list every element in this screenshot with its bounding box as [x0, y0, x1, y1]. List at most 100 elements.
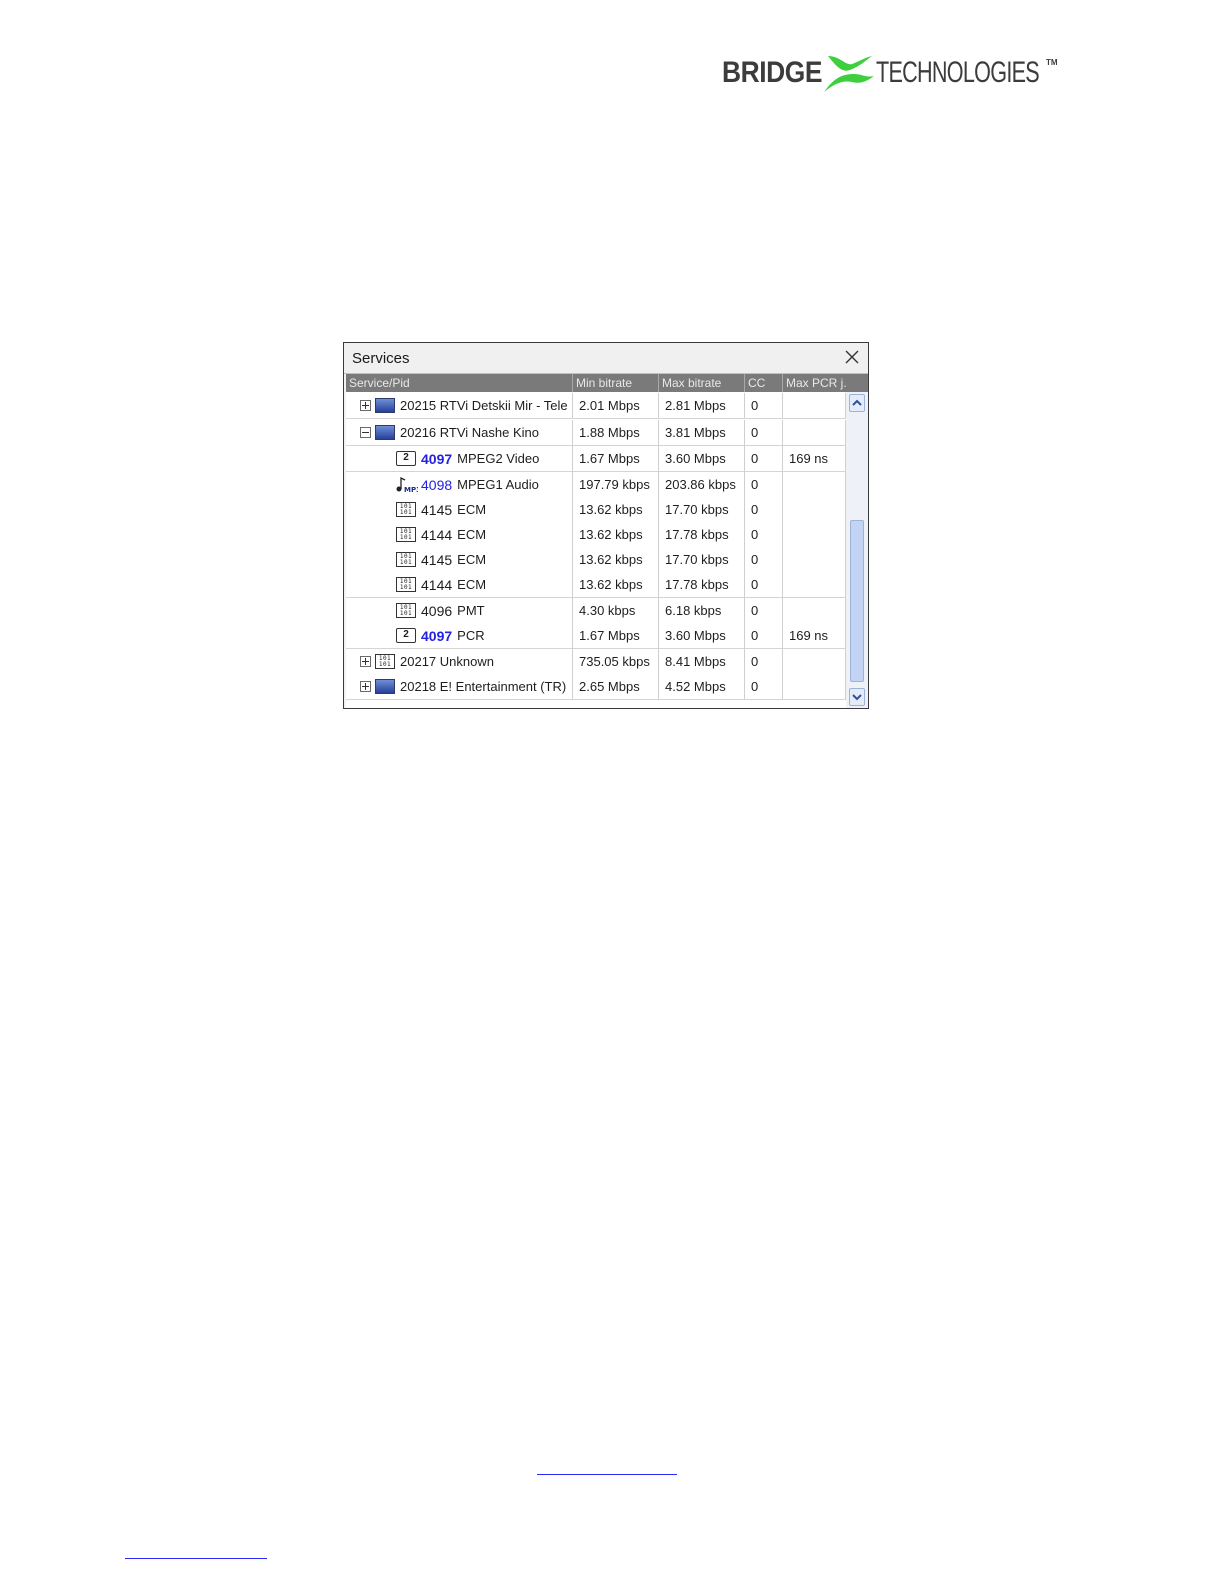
data-icon: 101 101	[396, 577, 416, 592]
table-row[interactable]: 20215 RTVi Detskii Mir - Tele 2.01 Mbps 2.…	[346, 393, 846, 419]
cell-max-pcr	[783, 674, 846, 699]
cell-cc: 0	[745, 547, 783, 572]
footer-link-underline[interactable]	[537, 1474, 677, 1475]
cell-cc: 0	[745, 522, 783, 547]
column-header-service-pid[interactable]: Service/Pid	[346, 374, 573, 392]
cell-service-pid: 2 4097 PCR	[346, 623, 573, 648]
cell-max-pcr: 169 ns	[783, 446, 846, 471]
pid-type-label: ECM	[457, 552, 487, 567]
svg-text:MP3: MP3	[404, 486, 418, 493]
cell-cc: 0	[745, 472, 783, 497]
vertical-scrollbar[interactable]	[847, 392, 867, 708]
cell-service-pid: 20216 RTVi Nashe Kino	[346, 420, 573, 445]
column-header-max-pcr[interactable]: Max PCR j.	[783, 374, 868, 392]
pid-type-label: PCR	[457, 628, 485, 643]
logo-mark-icon	[824, 56, 874, 92]
cell-cc: 0	[745, 420, 783, 445]
cell-max-bitrate: 3.60 Mbps	[659, 446, 745, 471]
cell-cc: 0	[745, 623, 783, 648]
service-name-label: 20216 RTVi Nashe Kino	[400, 425, 540, 440]
scroll-down-button[interactable]	[849, 688, 865, 706]
cell-max-pcr	[783, 649, 846, 674]
window-title: Services	[352, 350, 410, 367]
column-header-max-bitrate[interactable]: Max bitrate	[659, 374, 745, 392]
expand-toggle-icon[interactable]	[360, 681, 371, 692]
data-icon: 101 101	[375, 654, 395, 669]
cell-min-bitrate: 13.62 kbps	[573, 522, 659, 547]
cell-min-bitrate: 2.65 Mbps	[573, 674, 659, 699]
data-icon: 101 101	[396, 603, 416, 618]
cell-max-pcr	[783, 547, 846, 572]
data-icon: 101 101	[396, 502, 416, 517]
service-name-label: 20218 E! Entertainment (TR)	[400, 679, 567, 694]
table-row[interactable]: 101 101 4144 ECM 13.62 kbps 17.78 kbps 0	[346, 522, 846, 548]
mp3-icon: MP3	[396, 476, 418, 493]
pid-type-label: ECM	[457, 577, 487, 592]
cell-service-pid: 101 101 4145 ECM	[346, 497, 573, 522]
table-row[interactable]: MP34098 MPEG1 Audio 197.79 kbps203.86 kbps…	[346, 472, 846, 498]
cell-min-bitrate: 13.62 kbps	[573, 547, 659, 572]
cell-min-bitrate: 735.05 kbps	[573, 649, 659, 674]
table-row[interactable]: 2 4097 MPEG2 Video 1.67 Mbps 3.60 Mbps 0 169 n…	[346, 446, 846, 472]
expand-toggle-icon[interactable]	[360, 400, 371, 411]
cell-cc: 0	[745, 572, 783, 597]
cell-cc: 0	[745, 393, 783, 418]
pid-type-label: MPEG2 Video	[457, 451, 540, 466]
scroll-thumb[interactable]	[850, 520, 864, 682]
cell-min-bitrate: 13.62 kbps	[573, 497, 659, 522]
services-window: Services Service/Pid Min bitrate Max bit…	[343, 342, 869, 709]
cell-service-pid: MP34098 MPEG1 Audio	[346, 472, 573, 497]
footer-link-underline-bottom[interactable]	[125, 1558, 267, 1559]
cell-max-bitrate: 3.81 Mbps	[659, 420, 745, 445]
expand-toggle-icon[interactable]	[360, 656, 371, 667]
table-row[interactable]: 2 4097 PCR 1.67 Mbps 3.60 Mbps 0 169 ns	[346, 623, 846, 649]
scroll-up-button[interactable]	[849, 394, 865, 412]
collapse-toggle-icon[interactable]	[360, 427, 371, 438]
cell-max-bitrate: 4.52 Mbps	[659, 674, 745, 699]
table-row[interactable]: 101 101 4145 ECM 13.62 kbps 17.70 kbps 0	[346, 547, 846, 573]
pid-number[interactable]: 4097	[421, 451, 452, 467]
bridge-technologies-logo: BRIDGE TECHNOLOGIES TM	[722, 52, 1058, 96]
logo-right-word: TECHNOLOGIES	[876, 56, 1040, 89]
cell-max-bitrate: 2.81 Mbps	[659, 393, 745, 418]
pid-number: 4145	[421, 501, 453, 518]
close-icon[interactable]	[844, 349, 860, 365]
cell-service-pid: 2 4097 MPEG2 Video	[346, 446, 573, 471]
pid-number[interactable]: 4097	[421, 628, 452, 644]
cell-max-bitrate: 203.86 kbps	[659, 472, 745, 497]
chevron-up-icon	[852, 399, 862, 406]
table-row[interactable]: 101 101 4145 ECM 13.62 kbps 17.70 kbps 0	[346, 497, 846, 523]
column-header-min-bitrate[interactable]: Min bitrate	[573, 374, 659, 392]
data-icon: 101 101	[396, 527, 416, 542]
chevron-down-icon	[852, 694, 862, 701]
cell-service-pid: 101 101 4096 PMT	[346, 598, 573, 623]
table-row[interactable]: 101 101 4144 ECM 13.62 kbps 17.78 kbps 0	[346, 572, 846, 598]
column-header-cc[interactable]: CC	[745, 374, 783, 392]
cell-max-pcr	[783, 572, 846, 597]
cell-max-bitrate: 6.18 kbps	[659, 598, 745, 623]
data-icon: 101 101	[396, 552, 416, 567]
pid-type-label: PMT	[457, 603, 485, 618]
cell-cc: 0	[745, 649, 783, 674]
logo-left-word: BRIDGE	[722, 56, 823, 89]
column-header: Service/Pid Min bitrate Max bitrate CC M…	[346, 374, 868, 392]
cell-min-bitrate: 1.67 Mbps	[573, 623, 659, 648]
table-row[interactable]: 101 101 20217 Unknown 735.05 kbps 8.41 Mbps 0	[346, 649, 846, 675]
cell-max-pcr	[783, 420, 846, 445]
cell-max-pcr	[783, 598, 846, 623]
cell-max-bitrate: 17.70 kbps	[659, 497, 745, 522]
cell-cc: 0	[745, 446, 783, 471]
table-row[interactable]: 20216 RTVi Nashe Kino 1.88 Mbps 3.81 Mbps 0	[346, 420, 846, 446]
logo-trademark: TM	[1046, 58, 1058, 67]
cell-max-pcr	[783, 393, 846, 418]
cell-min-bitrate: 4.30 kbps	[573, 598, 659, 623]
table-row[interactable]: 101 101 4096 PMT 4.30 kbps 6.18 kbps 0	[346, 598, 846, 624]
table-row[interactable]: 20218 E! Entertainment (TR) 2.65 Mbps 4.52…	[346, 674, 846, 700]
pid-number: 4096	[421, 602, 453, 619]
pid-number[interactable]: 4098	[421, 477, 452, 493]
cell-max-bitrate: 3.60 Mbps	[659, 623, 745, 648]
cell-min-bitrate: 1.88 Mbps	[573, 420, 659, 445]
cell-max-pcr	[783, 522, 846, 547]
tv-icon	[375, 679, 395, 694]
pid-number: 4145	[421, 551, 453, 568]
